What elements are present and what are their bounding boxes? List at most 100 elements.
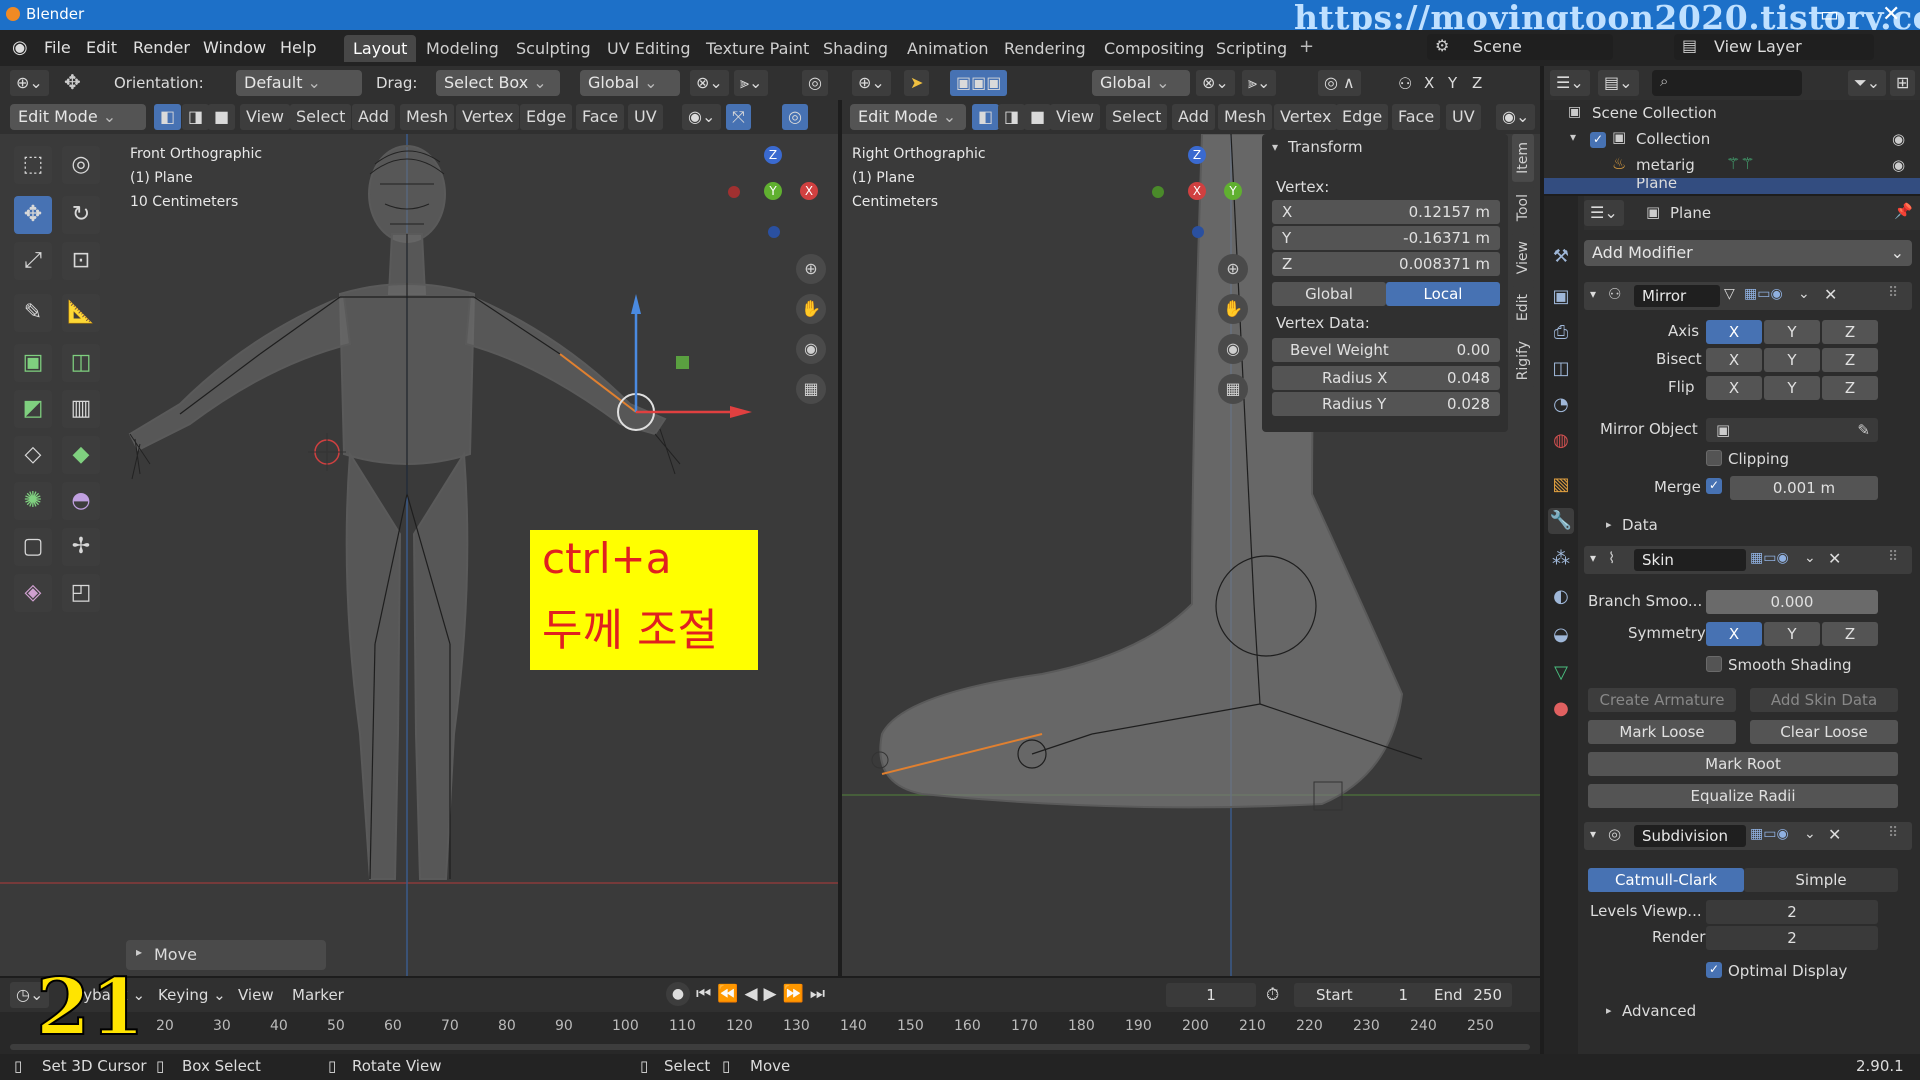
- render-levels-field[interactable]: 2: [1706, 926, 1878, 950]
- create-armature-button[interactable]: Create Armature: [1588, 688, 1736, 712]
- right-gizmo-neg-z[interactable]: [1192, 226, 1204, 238]
- skin-collapse-icon[interactable]: ▾: [1590, 551, 1596, 565]
- snap-icon[interactable]: ⫸⌄: [734, 70, 769, 96]
- world-props-icon[interactable]: ◍: [1548, 428, 1574, 454]
- gizmo-toggle-icon[interactable]: ⤧: [726, 104, 751, 130]
- timeline-view-menu[interactable]: View: [238, 986, 274, 1004]
- cursor-tool-button[interactable]: ◎: [62, 146, 100, 184]
- polybuild-tool-button[interactable]: ◆: [62, 436, 100, 474]
- add-skin-data-button[interactable]: Add Skin Data: [1750, 688, 1898, 712]
- pivot-icon[interactable]: ⊗⌄: [690, 70, 729, 96]
- tool-props-icon[interactable]: ⚒: [1548, 244, 1574, 270]
- tab-rigify[interactable]: Rigify: [1512, 333, 1534, 389]
- rotate-tool-button[interactable]: ↻: [62, 196, 100, 234]
- right-menu-add[interactable]: Add: [1172, 104, 1215, 130]
- left-menu-edge[interactable]: Edge: [520, 104, 573, 130]
- mark-loose-button[interactable]: Mark Loose: [1588, 720, 1736, 744]
- menu-edit[interactable]: Edit: [86, 38, 117, 57]
- vertex-z-field[interactable]: Z 0.008371 m: [1272, 252, 1500, 276]
- left-navigation-gizmo[interactable]: Z Y X: [724, 146, 824, 256]
- outliner-search-icon[interactable]: ⌕: [1652, 70, 1802, 96]
- right-face-select-icon[interactable]: ■: [1024, 104, 1052, 130]
- mirror-flip-y[interactable]: Y: [1764, 376, 1820, 400]
- right-pan-hand-icon[interactable]: ✋: [1218, 294, 1248, 324]
- playback-controls-icon[interactable]: ⏮⏪◀▶⏩⏭: [696, 984, 831, 1004]
- outliner-filter-icon[interactable]: ⏷⌄: [1848, 70, 1887, 96]
- subdivision-drag-handle[interactable]: ⠿: [1888, 825, 1898, 841]
- view-layer-selector[interactable]: ▤ View Layer: [1674, 34, 1874, 60]
- left-menu-face[interactable]: Face: [576, 104, 625, 130]
- shear-tool-button[interactable]: ◈: [14, 574, 52, 612]
- advanced-label[interactable]: Advanced: [1622, 1002, 1696, 1020]
- plane-row[interactable]: Plane: [1544, 178, 1920, 194]
- mirror-editmode-icon[interactable]: ▽: [1724, 286, 1735, 302]
- right-menu-uv[interactable]: UV: [1446, 104, 1481, 130]
- right-pivot-icon[interactable]: ⊗⌄: [1196, 70, 1235, 96]
- spin-tool-button[interactable]: ✺: [14, 482, 52, 520]
- right-zoom-icon[interactable]: ⊕: [1218, 254, 1248, 284]
- branch-smoothing-field[interactable]: 0.000: [1706, 590, 1878, 614]
- right-snap-icon[interactable]: ⫸⌄: [1242, 70, 1277, 96]
- minimize-button[interactable]: ▭: [1820, 2, 1839, 26]
- view-layer-props-icon[interactable]: ◫: [1548, 356, 1574, 382]
- right-proportional-icon[interactable]: ◎ ∧: [1318, 70, 1361, 96]
- loopcut-tool-button[interactable]: ▥: [62, 390, 100, 428]
- axis-y-toggle[interactable]: Y: [1448, 74, 1457, 92]
- menu-file[interactable]: File: [44, 38, 71, 57]
- skin-drag-handle[interactable]: ⠿: [1888, 549, 1898, 565]
- move-tool-button[interactable]: ✥: [14, 196, 52, 234]
- marker-menu[interactable]: Marker: [292, 986, 344, 1004]
- mirror-bisect-y[interactable]: Y: [1764, 348, 1820, 372]
- global-toggle[interactable]: Global: [1272, 282, 1386, 306]
- right-3d-viewport[interactable]: Right Orthographic (1) Plane Centimeters…: [842, 134, 1540, 976]
- symmetry-y[interactable]: Y: [1764, 622, 1820, 646]
- inset-tool-button[interactable]: ◫: [62, 344, 100, 382]
- right-ortho-grid-icon[interactable]: ▦: [1218, 374, 1248, 404]
- advanced-expand-icon[interactable]: ▸: [1606, 1004, 1612, 1017]
- timeline-scrollbar[interactable]: [10, 1044, 1530, 1050]
- vertex-select-icon[interactable]: ◧: [154, 104, 182, 130]
- mirror-bisect-z[interactable]: Z: [1822, 348, 1878, 372]
- tab-shading[interactable]: Shading: [814, 35, 897, 62]
- last-operator-panel[interactable]: ▸ Move: [126, 940, 326, 970]
- properties-editor-type-icon[interactable]: ☰⌄: [1584, 200, 1624, 226]
- axis-z-toggle[interactable]: Z: [1472, 74, 1482, 92]
- left-3d-viewport[interactable]: Front Orthographic (1) Plane 10 Centimet…: [0, 134, 838, 976]
- subdivision-collapse-icon[interactable]: ▾: [1590, 827, 1596, 841]
- eyedropper-icon[interactable]: ✎: [1857, 418, 1870, 442]
- tab-edit[interactable]: Edit: [1512, 286, 1534, 330]
- mirror-flip-x[interactable]: X: [1706, 376, 1762, 400]
- add-modifier-dropdown[interactable]: Add Modifier ⌄: [1584, 240, 1912, 266]
- overlay-toggle-icon[interactable]: ◎: [782, 104, 808, 130]
- blender-menu-icon[interactable]: ◉: [12, 37, 28, 58]
- measure-tool-button[interactable]: 📐: [62, 294, 100, 332]
- tab-modeling[interactable]: Modeling: [417, 35, 508, 62]
- mirror-collapse-icon[interactable]: ▾: [1590, 287, 1596, 301]
- transform-orientation-dropdown[interactable]: Global: [580, 70, 680, 96]
- gizmo-x-axis[interactable]: X: [800, 182, 818, 200]
- mirror-object-field[interactable]: ▣ ✎: [1706, 418, 1878, 442]
- right-mode-dropdown[interactable]: Edit Mode: [850, 104, 966, 130]
- axis-x-toggle[interactable]: X: [1424, 74, 1434, 92]
- skin-menu-icon[interactable]: ⌄: [1804, 550, 1816, 566]
- smooth-tool-button[interactable]: ◓: [62, 482, 100, 520]
- equalize-radii-button[interactable]: Equalize Radii: [1588, 784, 1898, 808]
- select-tool-button[interactable]: ⬚: [14, 146, 52, 184]
- knife-tool-button[interactable]: ◇: [14, 436, 52, 474]
- proportional-icon[interactable]: ◎: [802, 70, 828, 96]
- tab-rendering[interactable]: Rendering: [995, 35, 1095, 62]
- subdivision-menu-icon[interactable]: ⌄: [1804, 826, 1816, 842]
- subdivision-name-field[interactable]: Subdivision: [1634, 825, 1746, 847]
- right-gizmo-z-axis[interactable]: Z: [1188, 146, 1206, 164]
- mirror-data-label[interactable]: Data: [1622, 516, 1658, 534]
- visibility-icon[interactable]: ◉⌄: [682, 104, 722, 130]
- pin-icon[interactable]: 📌: [1894, 202, 1913, 220]
- right-menu-select[interactable]: Select: [1106, 104, 1168, 130]
- mark-root-button[interactable]: Mark Root: [1588, 752, 1898, 776]
- collection-expand-icon[interactable]: ▾: [1570, 130, 1576, 144]
- subdivision-cage-icon[interactable]: ▦▭◉: [1750, 826, 1789, 842]
- right-column-divider[interactable]: [1540, 66, 1544, 1054]
- mirror-axis-z[interactable]: Z: [1822, 320, 1878, 344]
- tab-uv-editing[interactable]: UV Editing: [598, 35, 699, 62]
- gizmo-z-axis[interactable]: Z: [764, 146, 782, 164]
